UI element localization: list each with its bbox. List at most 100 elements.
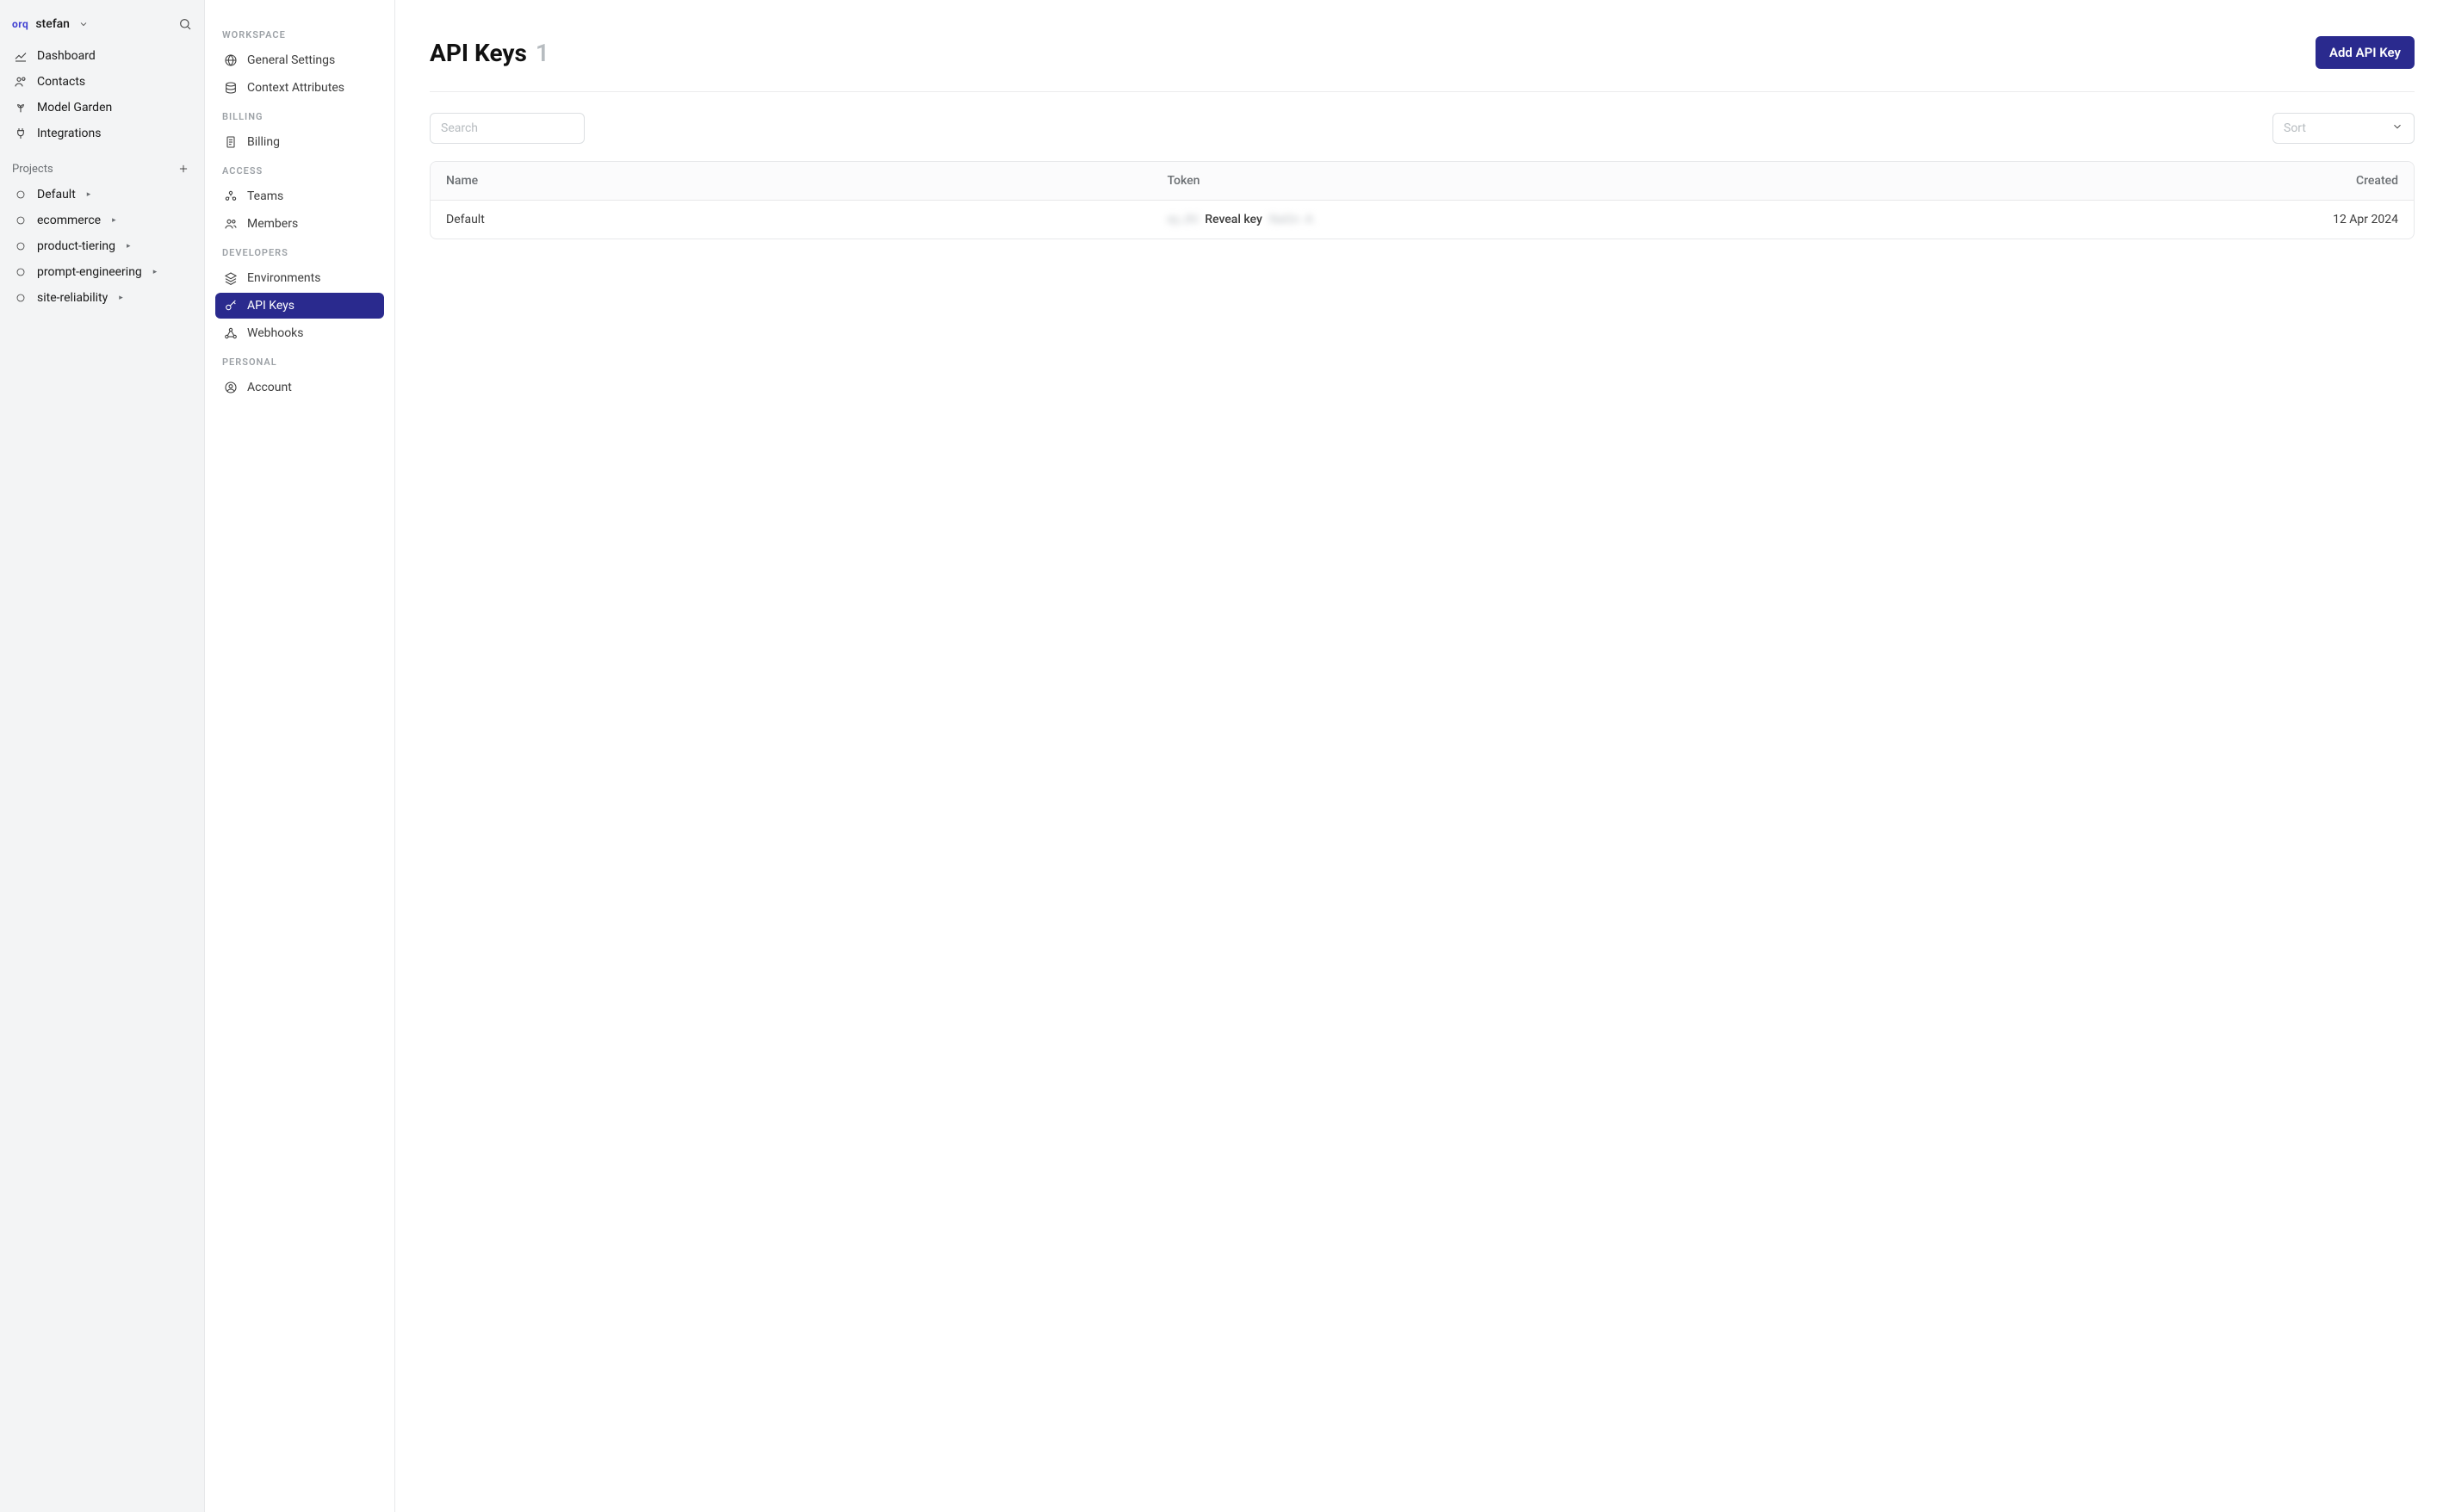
col-token: Token [1151, 162, 1993, 200]
nav-integrations[interactable]: Integrations [9, 121, 195, 146]
caret-right-icon: ▸ [153, 268, 158, 276]
project-label: Default [37, 188, 76, 201]
settings-context-attributes[interactable]: Context Attributes [215, 75, 384, 101]
nav-model-garden[interactable]: Model Garden [9, 95, 195, 121]
projects-heading: Projects [12, 163, 53, 176]
nav-label: Contacts [37, 75, 85, 89]
project-label: ecommerce [37, 214, 101, 227]
settings-label: Members [247, 217, 298, 231]
account-icon [224, 381, 238, 394]
layers-icon [224, 81, 238, 95]
group-workspace: WORKSPACE [215, 21, 384, 46]
search-icon[interactable] [178, 17, 192, 31]
add-api-key-button[interactable]: Add API Key [2316, 36, 2415, 69]
project-ecommerce[interactable]: ecommerce ▸ [9, 208, 195, 233]
cell-token: ey.Jhl Reveal key NaGn -A [1151, 201, 1993, 239]
projects-heading-row: Projects [9, 146, 195, 182]
group-personal: PERSONAL [215, 348, 384, 373]
settings-api-keys[interactable]: API Keys [215, 293, 384, 319]
settings-sidebar: WORKSPACE General Settings Context Attri… [204, 0, 395, 1512]
add-project-icon[interactable] [177, 162, 190, 176]
page-title-text: API Keys [430, 39, 527, 67]
chevron-down-icon [77, 17, 90, 31]
sort-placeholder: Sort [2284, 121, 2306, 135]
list-toolbar: Sort [430, 113, 2415, 144]
settings-teams[interactable]: Teams [215, 183, 384, 209]
primary-sidebar: orq stefan Dashboard Contacts Model Gard… [0, 0, 204, 1512]
nav-label: Integrations [37, 127, 101, 140]
project-dot-icon [14, 265, 28, 279]
group-billing: BILLING [215, 102, 384, 127]
org-logo: orq [12, 18, 28, 30]
page-header: API Keys 1 Add API Key [430, 36, 2415, 92]
members-icon [224, 217, 238, 231]
project-default[interactable]: Default ▸ [9, 182, 195, 208]
settings-webhooks[interactable]: Webhooks [215, 320, 384, 346]
contacts-icon [14, 75, 28, 89]
settings-billing[interactable]: Billing [215, 129, 384, 155]
table-row: Default ey.Jhl Reveal key NaGn -A 12 Apr… [431, 201, 2414, 239]
webhook-icon [224, 326, 238, 340]
token-suffix-blurred: NaGn -A [1269, 213, 1313, 226]
settings-label: API Keys [247, 299, 294, 313]
reveal-key-link[interactable]: Reveal key [1205, 213, 1262, 226]
integrations-icon [14, 127, 28, 140]
nav-label: Model Garden [37, 101, 112, 115]
search-input[interactable] [430, 113, 585, 144]
settings-label: Billing [247, 135, 280, 149]
globe-icon [224, 53, 238, 67]
caret-right-icon: ▸ [119, 294, 123, 302]
settings-general[interactable]: General Settings [215, 47, 384, 73]
project-dot-icon [14, 214, 28, 227]
project-label: prompt-engineering [37, 265, 142, 279]
settings-label: General Settings [247, 53, 335, 67]
chevron-down-icon [2391, 121, 2403, 136]
group-developers: DEVELOPERS [215, 239, 384, 263]
project-dot-icon [14, 188, 28, 201]
row-created: 12 Apr 2024 [2333, 213, 2398, 226]
settings-account[interactable]: Account [215, 375, 384, 400]
api-keys-table: Name Token Created Default ey.Jhl Reveal… [430, 161, 2415, 239]
key-icon [224, 299, 238, 313]
sort-dropdown[interactable]: Sort [2272, 113, 2415, 144]
settings-environments[interactable]: Environments [215, 265, 384, 291]
nav-contacts[interactable]: Contacts [9, 69, 195, 95]
workspace-switcher[interactable]: orq stefan [12, 17, 90, 31]
token-prefix-blurred: ey.Jhl [1167, 213, 1198, 226]
settings-label: Context Attributes [247, 81, 344, 95]
team-icon [224, 189, 238, 203]
dashboard-icon [14, 49, 28, 63]
caret-right-icon: ▸ [112, 216, 116, 225]
stack-icon [224, 271, 238, 285]
settings-label: Environments [247, 271, 320, 285]
group-access: ACCESS [215, 157, 384, 182]
settings-members[interactable]: Members [215, 211, 384, 237]
row-name: Default [446, 213, 485, 226]
nav-dashboard[interactable]: Dashboard [9, 43, 195, 69]
model-garden-icon [14, 101, 28, 115]
cell-created: 12 Apr 2024 [1993, 201, 2414, 239]
nav-label: Dashboard [37, 49, 96, 63]
project-dot-icon [14, 291, 28, 305]
settings-label: Webhooks [247, 326, 304, 340]
col-name: Name [431, 162, 1151, 200]
page-title-count: 1 [536, 39, 549, 67]
project-label: product-tiering [37, 239, 115, 253]
caret-right-icon: ▸ [127, 242, 131, 251]
project-prompt-engineering[interactable]: prompt-engineering ▸ [9, 259, 195, 285]
project-dot-icon [14, 239, 28, 253]
settings-label: Account [247, 381, 292, 394]
page-title: API Keys 1 [430, 39, 549, 67]
col-created: Created [1993, 162, 2414, 200]
project-site-reliability[interactable]: site-reliability ▸ [9, 285, 195, 311]
workspace-name: stefan [35, 17, 70, 31]
main-content: API Keys 1 Add API Key Sort Name Token C… [395, 0, 2449, 1512]
caret-right-icon: ▸ [87, 190, 91, 199]
project-product-tiering[interactable]: product-tiering ▸ [9, 233, 195, 259]
receipt-icon [224, 135, 238, 149]
table-header: Name Token Created [431, 162, 2414, 201]
cell-name].name: Default [431, 201, 1151, 239]
workspace-switcher-row: orq stefan [9, 12, 195, 43]
project-label: site-reliability [37, 291, 108, 305]
settings-label: Teams [247, 189, 283, 203]
